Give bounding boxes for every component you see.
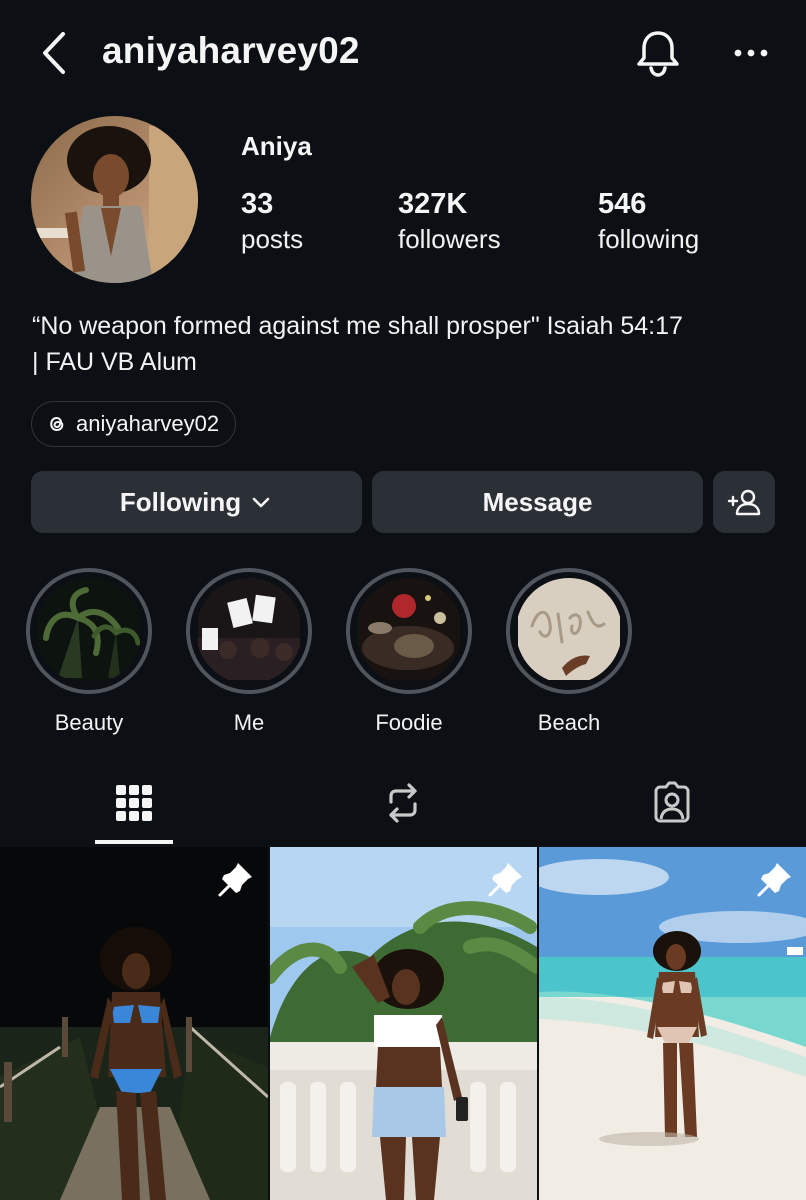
bell-icon <box>637 31 679 77</box>
post-tile-2[interactable] <box>270 847 537 1200</box>
stat-following[interactable]: 546 following <box>598 186 699 256</box>
following-button-label: Following <box>119 486 242 517</box>
pin-icon <box>757 863 791 897</box>
profile-tabs <box>0 760 806 846</box>
highlight-cover <box>196 578 302 684</box>
threads-icon <box>50 416 64 432</box>
highlight-ring <box>26 568 152 694</box>
tab-tagged[interactable] <box>632 760 712 846</box>
stat-followers[interactable]: 327K followers <box>398 186 501 256</box>
highlight-label: Beauty <box>54 710 124 735</box>
grid-icon <box>116 785 152 821</box>
threads-link[interactable]: aniyaharvey02 <box>31 401 237 447</box>
following-button[interactable]: Following <box>31 471 362 533</box>
pin-icon <box>488 863 522 897</box>
tagged-icon <box>654 781 690 823</box>
highlight-ring <box>346 568 472 694</box>
avatar-photo <box>31 116 198 283</box>
suggest-people-button[interactable] <box>713 471 775 533</box>
highlight-ring <box>506 568 632 694</box>
stat-followers-label: followers <box>398 224 501 254</box>
bio-line-2: | FAU VB Alum <box>32 348 197 376</box>
pin-icon <box>218 863 252 897</box>
bio-line-1: “No weapon formed against me shall prosp… <box>32 312 683 340</box>
threads-handle: aniyaharvey02 <box>76 411 220 436</box>
highlight-label: Me <box>233 710 265 735</box>
highlight-beauty[interactable]: Beauty <box>26 568 152 736</box>
reposts-icon <box>389 783 417 823</box>
highlight-cover <box>356 578 462 684</box>
highlight-label: Beach <box>537 710 601 735</box>
post-tile-3[interactable] <box>539 847 806 1200</box>
stat-posts-value: 33 <box>241 188 274 220</box>
message-button-label: Message <box>482 486 593 517</box>
stat-followers-value: 327K <box>398 188 468 220</box>
highlight-me[interactable]: Me <box>186 568 312 736</box>
stat-following-value: 546 <box>598 188 647 220</box>
top-bar: aniyaharvey02 <box>0 0 806 104</box>
message-button[interactable]: Message <box>372 471 703 533</box>
more-options-button[interactable] <box>728 36 774 70</box>
chevron-down-icon <box>252 497 270 508</box>
profile-username: aniyaharvey02 <box>102 30 360 71</box>
stat-following-label: following <box>598 224 700 254</box>
back-button[interactable] <box>36 30 76 76</box>
highlight-foodie[interactable]: Foodie <box>346 568 472 736</box>
highlight-label: Foodie <box>375 710 443 735</box>
active-tab-indicator <box>95 840 173 844</box>
stat-posts-label: posts <box>241 224 304 254</box>
notifications-button[interactable] <box>634 28 682 78</box>
profile-bio: “No weapon formed against me shall prosp… <box>32 308 782 380</box>
highlight-ring <box>186 568 312 694</box>
highlight-cover <box>36 578 142 684</box>
highlight-beach[interactable]: Beach <box>506 568 632 736</box>
post-image <box>0 847 268 1200</box>
profile-avatar[interactable] <box>31 116 198 283</box>
tab-grid[interactable] <box>94 760 174 846</box>
more-dots-icon <box>734 49 768 57</box>
back-chevron-icon <box>43 32 65 74</box>
tab-reposts[interactable] <box>363 760 443 846</box>
add-person-icon <box>727 489 761 516</box>
highlight-cover <box>516 578 622 684</box>
post-image <box>539 847 806 1200</box>
profile-display-name: Aniya <box>241 131 312 161</box>
post-tile-1[interactable] <box>0 847 268 1200</box>
stat-posts[interactable]: 33 posts <box>241 186 303 256</box>
post-image <box>270 847 537 1200</box>
